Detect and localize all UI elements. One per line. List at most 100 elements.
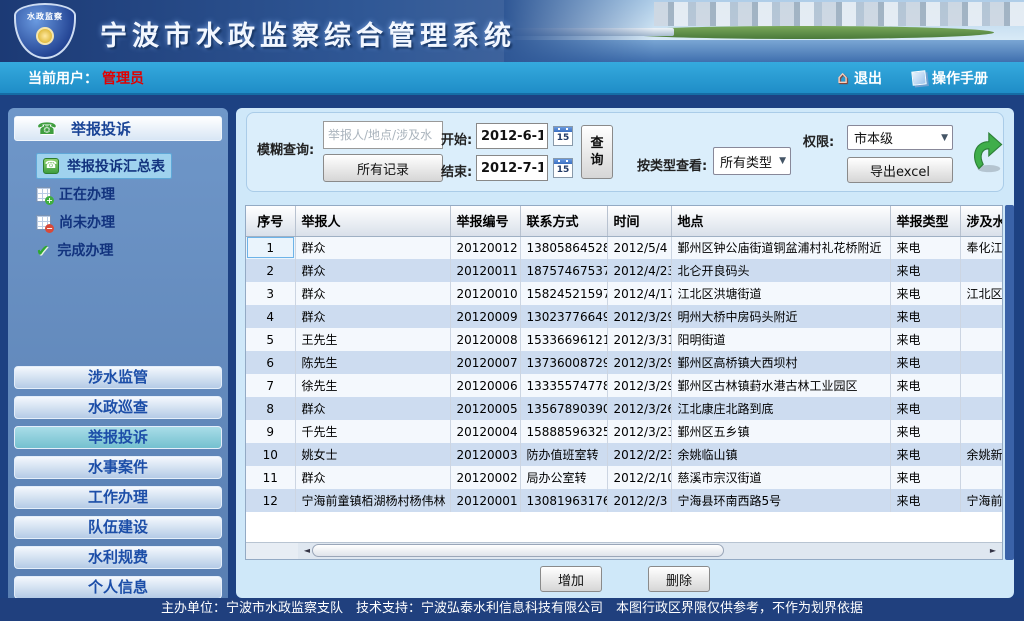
module-complaints[interactable]: 举报投诉 bbox=[14, 426, 222, 449]
column-header[interactable]: 联系方式 bbox=[520, 206, 607, 236]
home-icon: ⌂ bbox=[837, 68, 848, 88]
check-icon: ✔ bbox=[36, 241, 49, 260]
module-team-building[interactable]: 队伍建设 bbox=[14, 516, 222, 539]
chevron-down-icon: ▼ bbox=[779, 156, 786, 166]
column-header[interactable]: 举报类型 bbox=[890, 206, 960, 236]
table-cell: 13567890390 bbox=[520, 397, 607, 420]
scroll-right-icon[interactable]: ► bbox=[986, 543, 1000, 559]
table-row[interactable]: 2群众20120011187574675372012/4/23北仑开良码头来电 bbox=[246, 259, 1003, 282]
table-cell: 20120001 bbox=[450, 489, 520, 512]
search-toolbar: 模糊查询: 所有记录 开始: 15 结束: 15 查询 按类型查看: 所有类型 … bbox=[246, 112, 1004, 192]
table-cell: 来电 bbox=[890, 282, 960, 305]
column-header[interactable]: 举报人 bbox=[295, 206, 450, 236]
phone-icon: ☎ bbox=[43, 158, 59, 174]
table-row[interactable]: 10姚女士20120003防办值班室转2012/2/23余姚临山镇来电余姚新奄 bbox=[246, 443, 1003, 466]
table-cell: 群众 bbox=[295, 282, 450, 305]
table-remove-icon: − bbox=[36, 215, 51, 230]
module-personal-info[interactable]: 个人信息 bbox=[14, 576, 222, 599]
user-bar: 当前用户： 管理员 ⌂ 退出 操作手册 bbox=[0, 62, 1024, 95]
table-cell: 鄞州区古林镇葑水港古林工业园区 bbox=[671, 374, 890, 397]
end-date-input[interactable] bbox=[476, 155, 548, 181]
sidebar-item-not-processed[interactable]: − 尚未办理 bbox=[36, 208, 228, 236]
table-cell: 20120004 bbox=[450, 420, 520, 443]
refresh-icon[interactable] bbox=[969, 129, 1003, 177]
add-button[interactable]: 增加 bbox=[540, 566, 602, 592]
logo-text: 水政监察 bbox=[16, 11, 74, 22]
table-cell bbox=[960, 466, 1003, 489]
table-cell: 鄞州区高桥镇大西坝村 bbox=[671, 351, 890, 374]
table-row[interactable]: 6陈先生20120007137360087292012/3/29鄞州区高桥镇大西… bbox=[246, 351, 1003, 374]
table-cell: 2012/4/17 bbox=[607, 282, 671, 305]
table-cell bbox=[960, 351, 1003, 374]
sidebar-item-label: 尚未办理 bbox=[59, 212, 115, 232]
module-work-handling[interactable]: 工作办理 bbox=[14, 486, 222, 509]
table-cell: 明州大桥中房码头附近 bbox=[671, 305, 890, 328]
current-user-label: 当前用户： bbox=[28, 68, 98, 88]
horizontal-scrollbar[interactable]: ◄ ► bbox=[246, 542, 1002, 559]
table-cell: 2012/5/4 bbox=[607, 236, 671, 259]
app-title: 宁波市水政监察综合管理系统 bbox=[100, 14, 516, 53]
sidebar-item-label: 完成办理 bbox=[57, 240, 113, 260]
table-cell: 陈先生 bbox=[295, 351, 450, 374]
sidebar-item-complaint-summary[interactable]: ☎ 举报投诉汇总表 bbox=[36, 152, 228, 180]
table-cell: 20120002 bbox=[450, 466, 520, 489]
start-date-input[interactable] bbox=[476, 123, 548, 149]
table-cell: 群众 bbox=[295, 397, 450, 420]
export-excel-button[interactable]: 导出excel bbox=[847, 157, 953, 183]
fuzzy-query-input[interactable] bbox=[323, 121, 443, 149]
cityscape-image bbox=[504, 0, 1024, 62]
table-cell: 1 bbox=[246, 236, 295, 259]
sidebar-item-completed[interactable]: ✔ 完成办理 bbox=[36, 236, 228, 264]
sidebar-item-in-progress[interactable]: + 正在办理 bbox=[36, 180, 228, 208]
table-cell: 姚女士 bbox=[295, 443, 450, 466]
permission-select[interactable]: 市本级 ▼ bbox=[847, 125, 953, 150]
table-row[interactable]: 3群众20120010158245215972012/4/17江北区洪塘街道来电… bbox=[246, 282, 1003, 305]
table-row[interactable]: 4群众20120009130237766492012/3/29明州大桥中房码头附… bbox=[246, 305, 1003, 328]
horizontal-scrollbar-thumb[interactable] bbox=[312, 544, 724, 557]
table-cell: 局办公室转 bbox=[520, 466, 607, 489]
table-cell: 15336696121 bbox=[520, 328, 607, 351]
table-cell: 20120003 bbox=[450, 443, 520, 466]
column-header[interactable]: 举报编号 bbox=[450, 206, 520, 236]
table-cell: 20120007 bbox=[450, 351, 520, 374]
table-cell: 13736008729 bbox=[520, 351, 607, 374]
vertical-scrollbar[interactable] bbox=[1005, 205, 1014, 560]
table-row[interactable]: 7徐先生20120006133355747782012/3/29鄞州区古林镇葑水… bbox=[246, 374, 1003, 397]
module-water-cases[interactable]: 水事案件 bbox=[14, 456, 222, 479]
module-water-patrol[interactable]: 水政巡查 bbox=[14, 396, 222, 419]
logout-button[interactable]: ⌂ 退出 bbox=[837, 68, 882, 88]
app-logo-shield-icon: 水政监察 bbox=[14, 3, 76, 59]
table-cell: 18757467537 bbox=[520, 259, 607, 282]
table-cell: 2012/4/23 bbox=[607, 259, 671, 282]
table-cell: 9 bbox=[246, 420, 295, 443]
table-row[interactable]: 9千先生20120004158885963252012/3/23鄞州区五乡镇来电 bbox=[246, 420, 1003, 443]
module-water-supervision[interactable]: 涉水监管 bbox=[14, 366, 222, 389]
all-records-button[interactable]: 所有记录 bbox=[323, 154, 443, 182]
delete-button[interactable]: 删除 bbox=[648, 566, 710, 592]
table-cell: 20120006 bbox=[450, 374, 520, 397]
table-cell: 余姚临山镇 bbox=[671, 443, 890, 466]
type-filter-select[interactable]: 所有类型 ▼ bbox=[713, 147, 791, 175]
table-cell: 13805864528 bbox=[520, 236, 607, 259]
module-water-fees[interactable]: 水利规费 bbox=[14, 546, 222, 569]
table-row[interactable]: 11群众20120002局办公室转2012/2/10慈溪市宗汉街道来电 bbox=[246, 466, 1003, 489]
query-button[interactable]: 查询 bbox=[581, 125, 613, 179]
end-calendar-icon[interactable]: 15 bbox=[553, 158, 573, 178]
table-row[interactable]: 5王先生20120008153366961212012/3/31阳明街道来电 bbox=[246, 328, 1003, 351]
column-header[interactable]: 序号 bbox=[246, 206, 295, 236]
table-row[interactable]: 8群众20120005135678903902012/3/26江北康庄北路到底来… bbox=[246, 397, 1003, 420]
table-cell: 群众 bbox=[295, 259, 450, 282]
table-row[interactable]: 1群众20120012138058645282012/5/4鄞州区钟公庙街道铜盆… bbox=[246, 236, 1003, 259]
column-header[interactable]: 地点 bbox=[671, 206, 890, 236]
table-cell: 2012/3/29 bbox=[607, 351, 671, 374]
table-cell: 来电 bbox=[890, 236, 960, 259]
table-cell bbox=[960, 397, 1003, 420]
complaints-table: 序号举报人举报编号联系方式时间地点举报类型涉及水域 1群众20120012138… bbox=[246, 206, 1003, 512]
column-header[interactable]: 涉及水域 bbox=[960, 206, 1003, 236]
start-calendar-icon[interactable]: 15 bbox=[553, 126, 573, 146]
column-header[interactable]: 时间 bbox=[607, 206, 671, 236]
table-row[interactable]: 12宁海前童镇栢湖杨村杨伟林20120001130819631762012/2/… bbox=[246, 489, 1003, 512]
manual-button[interactable]: 操作手册 bbox=[912, 68, 988, 88]
table-cell: 防办值班室转 bbox=[520, 443, 607, 466]
table-cell: 千先生 bbox=[295, 420, 450, 443]
